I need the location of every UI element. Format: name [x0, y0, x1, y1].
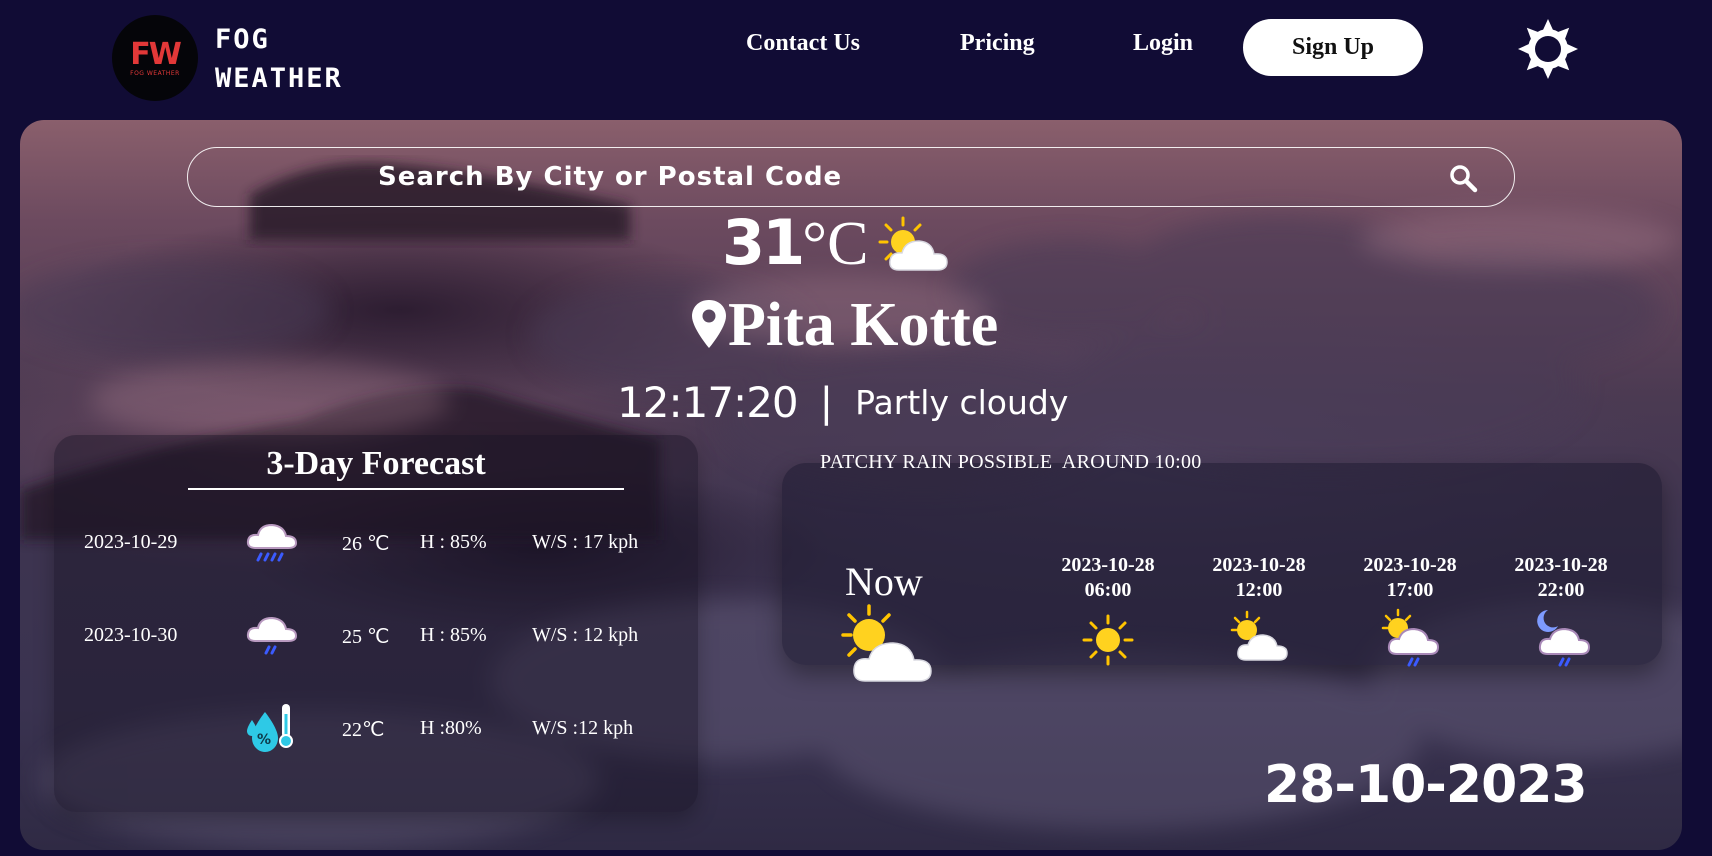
partly-cloudy-icon [841, 604, 932, 682]
hourly-slot-2200: 2023-10-28 22:00 [1486, 553, 1636, 603]
hourly-slot-1700: 2023-10-28 17:00 [1335, 553, 1485, 603]
logo-mark: FW [130, 36, 182, 72]
forecast-temp: 26 ℃ [342, 533, 390, 555]
forecast-temp: 22℃ [342, 719, 385, 741]
slot-date: 2023-10-28 [1363, 554, 1457, 576]
now-label: Now [845, 559, 923, 604]
brand-line-2: WEATHER [215, 63, 343, 94]
light-rain-cloud-icon [246, 616, 298, 655]
time-condition-row: 12:17:20 | Partly cloudy [617, 378, 1068, 427]
sun-cloud-rain-icon [1381, 608, 1440, 667]
slot-time: 06:00 [1084, 579, 1132, 601]
sun-icon [1082, 614, 1134, 666]
forecast-date: 2023-10-29 [84, 531, 178, 553]
city-name: Pita Kotte [728, 291, 999, 359]
title-underline [188, 488, 624, 490]
nav-login[interactable]: Login [1133, 30, 1193, 57]
current-date: 28-10-2023 [1264, 755, 1588, 815]
forecast-humidity: H : 85% [420, 531, 487, 553]
current-time: 12:17:20 [617, 378, 799, 427]
forecast-wind: W/S :12 kph [532, 717, 634, 739]
three-day-forecast-card: 3-Day Forecast 2023-10-29 26 ℃ H : 85% W… [54, 435, 698, 812]
forecast-temp: 25 ℃ [342, 626, 390, 648]
top-nav: FW FOG WEATHER FOG WEATHER Contact Us Pr… [0, 0, 1712, 115]
forecast-wind: W/S : 12 kph [532, 624, 639, 646]
brand-line-1: FOG [215, 24, 270, 55]
forecast-date: 2023-10-30 [84, 624, 178, 646]
nav-pricing[interactable]: Pricing [960, 30, 1035, 57]
temperature-unit: °C [802, 210, 869, 278]
forecast-humidity: H :80% [420, 717, 482, 739]
forecast-title: 3-Day Forecast [266, 445, 486, 482]
location-pin-icon [692, 300, 726, 348]
rain-cloud-icon [246, 523, 298, 562]
slot-time: 17:00 [1386, 579, 1434, 601]
weather-panel: Search By City or Postal Code 31°C Pita … [20, 120, 1682, 850]
slot-time: 12:00 [1235, 579, 1283, 601]
hourly-slot-1200: 2023-10-28 12:00 [1184, 553, 1334, 603]
forecast-wind: W/S : 17 kph [532, 531, 639, 553]
forecast-humidity: H : 85% [420, 624, 487, 646]
brand-name: FOG WEATHER [215, 20, 343, 98]
forecast-row: 2023-10-30 25 ℃ H : 85% W/S : 12 kph [54, 605, 698, 665]
sun-icon[interactable] [1517, 18, 1579, 80]
forecast-row: % 22℃ H :80% W/S :12 kph [54, 698, 698, 758]
rain-alert-text: PATCHY RAIN POSSIBLE AROUND 10:00 [820, 451, 1202, 473]
nav-contact-us[interactable]: Contact Us [746, 30, 860, 57]
condition-text: Partly cloudy [855, 383, 1069, 422]
slot-date: 2023-10-28 [1212, 554, 1306, 576]
logo-caption: FOG WEATHER [130, 69, 180, 77]
search-input[interactable]: Search By City or Postal Code [378, 162, 842, 192]
slot-date: 2023-10-28 [1514, 554, 1608, 576]
slot-date: 2023-10-28 [1061, 554, 1155, 576]
search-icon[interactable] [1448, 163, 1478, 193]
signup-button[interactable]: Sign Up [1243, 19, 1423, 76]
moon-cloud-rain-icon [1537, 610, 1591, 667]
logo[interactable]: FW FOG WEATHER [112, 15, 198, 101]
forecast-row: 2023-10-29 26 ℃ H : 85% W/S : 17 kph [54, 512, 698, 572]
separator: | [819, 379, 834, 426]
svg-text:%: % [257, 732, 271, 748]
partly-cloudy-icon [1230, 610, 1288, 661]
temperature-value: 31 [722, 206, 805, 279]
partly-cloudy-icon [878, 216, 948, 271]
hourly-slot-0600: 2023-10-28 06:00 [1033, 553, 1183, 603]
search-bar[interactable]: Search By City or Postal Code [187, 147, 1515, 207]
humidity-thermometer-icon: % [247, 704, 293, 752]
current-temperature: 31°C [722, 206, 868, 280]
slot-time: 22:00 [1537, 579, 1585, 601]
